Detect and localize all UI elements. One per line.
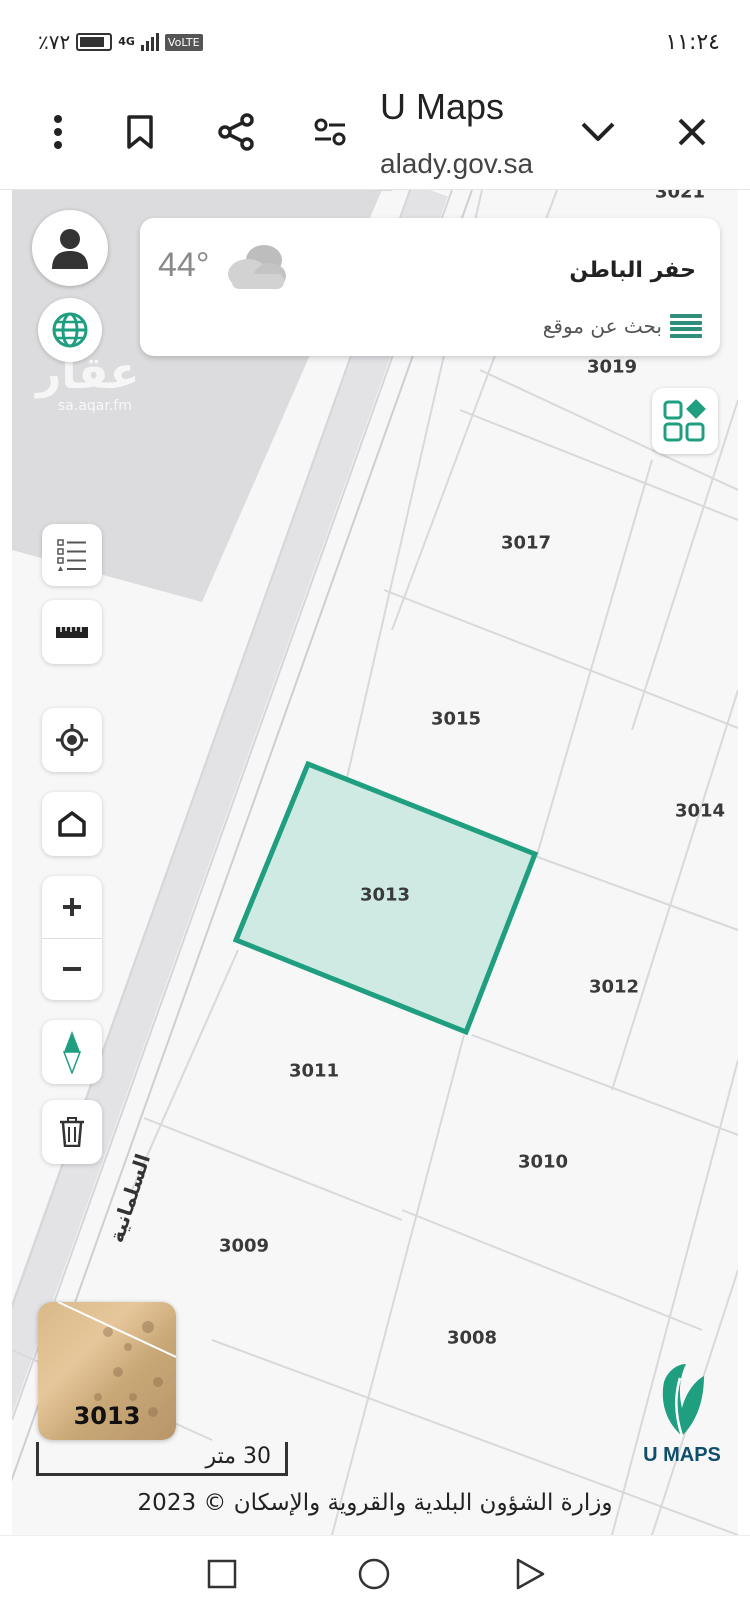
parcel-label: 3021: [654, 190, 706, 203]
tune-icon[interactable]: [308, 110, 352, 154]
scale-label: 30 متر: [205, 1444, 271, 1469]
locate-button[interactable]: [42, 708, 102, 772]
status-icons: ٪٧٢ 4G VoLTE: [38, 30, 203, 54]
zoom-in-button[interactable]: [42, 876, 102, 938]
status-time: ١١:٢٤: [665, 30, 720, 55]
back-icon[interactable]: [510, 1554, 550, 1594]
share-icon[interactable]: [214, 110, 258, 154]
zoom-controls: [42, 876, 102, 1000]
trash-icon: [60, 1117, 84, 1147]
zoom-out-button[interactable]: [42, 938, 102, 1000]
compass-icon: [63, 1031, 81, 1074]
crosshair-icon: [56, 724, 88, 756]
menu-icon[interactable]: [670, 314, 702, 338]
parcel-label: 3012: [588, 976, 640, 998]
bookmark-icon[interactable]: [118, 110, 162, 154]
temperature: 44°: [158, 246, 210, 284]
profile-button[interactable]: [32, 210, 108, 286]
home-button[interactable]: [42, 792, 102, 856]
search-location[interactable]: بحث عن موقع: [543, 314, 702, 338]
delete-button[interactable]: [42, 1100, 102, 1164]
chevron-down-icon[interactable]: [576, 110, 620, 154]
parcel-label: 3010: [517, 1151, 569, 1173]
minus-icon: [63, 967, 81, 971]
home-icon: [58, 811, 86, 837]
legend-button[interactable]: [42, 524, 102, 586]
network-type: 4G: [118, 35, 135, 48]
umaps-logo: U MAPS: [632, 1362, 732, 1467]
satellite-toggle[interactable]: 3013: [38, 1302, 176, 1440]
cloud-icon: [228, 245, 286, 289]
layers-button[interactable]: [652, 388, 718, 454]
home-nav-icon[interactable]: [354, 1554, 394, 1594]
measure-button[interactable]: [42, 600, 102, 664]
ruler-icon: [56, 627, 88, 638]
parcel-label: 3009: [218, 1235, 270, 1257]
globe-icon: [52, 312, 88, 348]
parcel-label: 3019: [586, 356, 638, 378]
status-bar: ٪٧٢ 4G VoLTE ١١:٢٤: [0, 0, 750, 80]
umaps-leaf-icon: [662, 1364, 704, 1437]
copyright-text: وزارة الشؤون البلدية والقروية والإسكان ©…: [137, 1490, 613, 1516]
battery-percent: ٪٧٢: [38, 30, 71, 54]
scale-bar: 30 متر: [36, 1442, 288, 1476]
thumbnail-label: 3013: [73, 1402, 141, 1430]
volte-badge: VoLTE: [164, 33, 203, 51]
signal-icon: [140, 33, 159, 51]
user-icon: [52, 229, 88, 269]
page-title: U Maps: [380, 86, 505, 127]
compass-button[interactable]: [42, 1020, 102, 1084]
list-icon: [57, 539, 86, 571]
parcel-label: 3017: [500, 532, 552, 554]
apps-icon: [663, 399, 706, 442]
close-icon[interactable]: [670, 110, 714, 154]
url-text[interactable]: alady.gov.sa: [380, 148, 533, 180]
search-card[interactable]: 44° حفر الباطن بحث عن موقع: [140, 218, 720, 356]
more-options-icon[interactable]: [36, 110, 80, 154]
globe-button[interactable]: [38, 298, 102, 362]
search-label[interactable]: بحث عن موقع: [543, 314, 662, 338]
umaps-text: U MAPS: [643, 1444, 721, 1466]
parcel-label: 3008: [446, 1327, 498, 1349]
plus-icon: [63, 898, 81, 916]
battery-icon: [76, 33, 113, 51]
parcel-label: 3013: [359, 884, 411, 906]
recent-apps-icon[interactable]: [202, 1554, 242, 1594]
browser-toolbar: U Maps alady.gov.sa: [0, 80, 750, 190]
navigation-bar: [0, 1535, 750, 1608]
parcel-label: 3015: [430, 708, 482, 730]
city-name: حفر الباطن: [569, 258, 696, 283]
parcel-label: 3014: [674, 800, 726, 822]
watermark-url: sa.aqar.fm: [58, 398, 132, 414]
parcel-label: 3011: [288, 1060, 340, 1082]
